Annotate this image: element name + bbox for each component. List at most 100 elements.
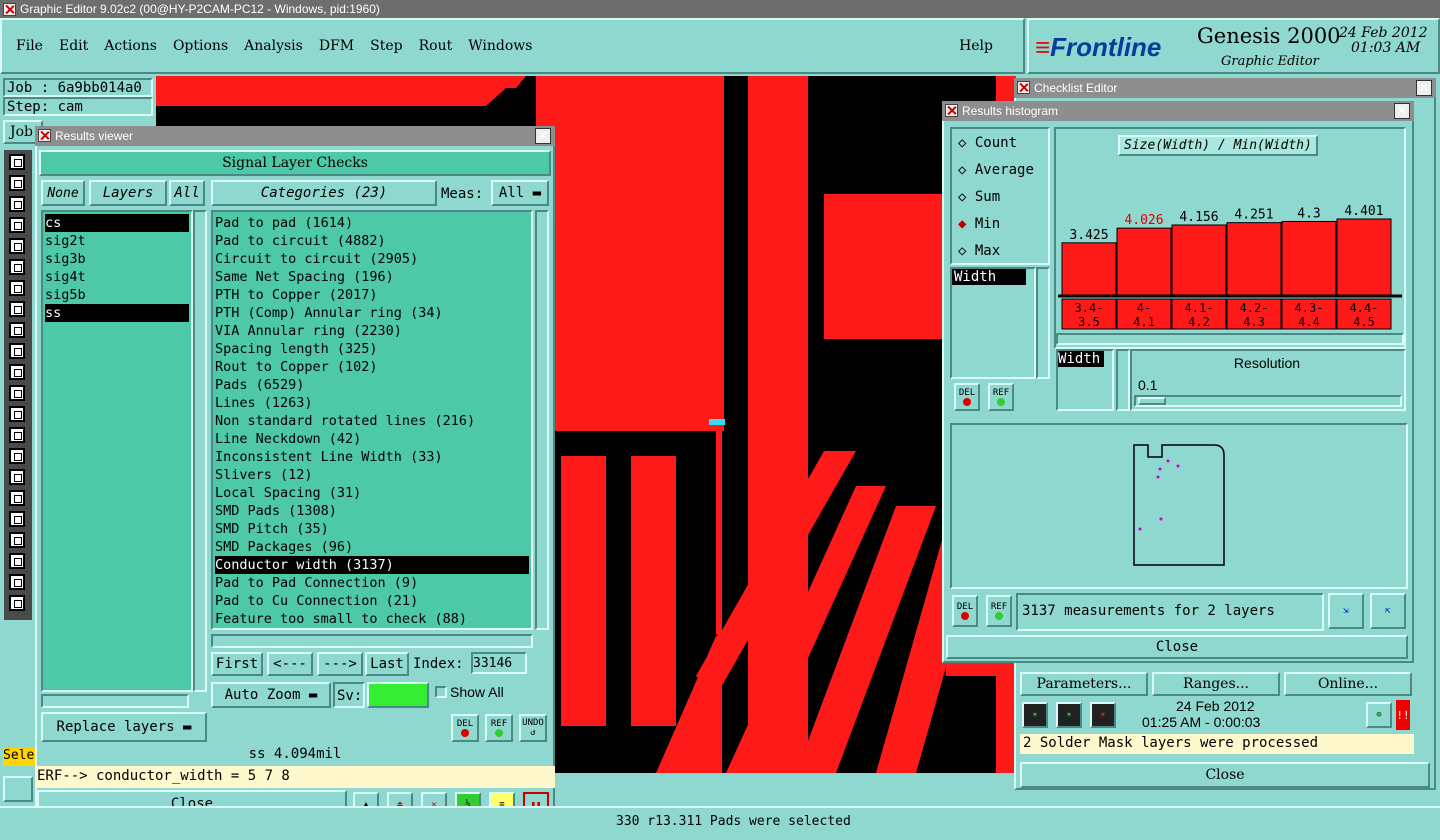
field-scrollbar[interactable] xyxy=(1036,267,1050,379)
histogram-bar[interactable] xyxy=(1281,220,1337,296)
parameters-button[interactable]: Parameters... xyxy=(1020,672,1148,696)
layer-item-sig3b[interactable]: sig3b xyxy=(45,250,189,268)
online-button[interactable]: Online... xyxy=(1284,672,1412,696)
run-selected-icon[interactable]: ✶ xyxy=(1056,702,1082,728)
category-item[interactable]: PTH (Comp) Annular ring (34) xyxy=(215,304,529,322)
sv-color-dropdown[interactable] xyxy=(367,682,429,708)
histogram-bar[interactable] xyxy=(1116,227,1172,296)
layer-item-cs[interactable]: cs xyxy=(45,214,189,232)
category-item[interactable]: VIA Annular ring (2230) xyxy=(215,322,529,340)
board-preview[interactable] xyxy=(950,423,1408,589)
layer-pin-icon[interactable] xyxy=(9,595,25,611)
category-item[interactable]: Rout to Copper (102) xyxy=(215,358,529,376)
category-item[interactable]: Spacing length (325) xyxy=(215,340,529,358)
checklist-close-button[interactable]: Close xyxy=(1020,762,1430,788)
histogram-bar[interactable] xyxy=(1171,224,1227,296)
menu-step[interactable]: Step xyxy=(370,38,402,54)
histogram-bar[interactable] xyxy=(1336,218,1392,296)
layer-list-scrollbar[interactable] xyxy=(193,210,207,692)
category-item-selected[interactable]: Conductor width (3137) xyxy=(215,556,529,574)
category-item[interactable]: Pad to Pad Connection (9) xyxy=(215,574,529,592)
del-button[interactable]: DEL xyxy=(451,714,479,742)
layer-pin-icon[interactable] xyxy=(9,532,25,548)
layer-pin-icon[interactable] xyxy=(9,217,25,233)
layer-pin-icon[interactable] xyxy=(9,427,25,443)
layer-pin-icon[interactable] xyxy=(9,301,25,317)
layer-item-sig2t[interactable]: sig2t xyxy=(45,232,189,250)
layer-pin-icon[interactable] xyxy=(9,448,25,464)
layer-pin-icon[interactable] xyxy=(9,343,25,359)
import-icon[interactable]: ⇱ xyxy=(1370,593,1406,629)
radio-max[interactable]: ◇ Max xyxy=(958,243,1000,259)
layer-pin-icon[interactable] xyxy=(9,490,25,506)
menu-file[interactable]: File xyxy=(16,38,43,54)
layer-pin-icon[interactable] xyxy=(9,259,25,275)
zoom-icon[interactable]: ⊕ xyxy=(1366,702,1392,728)
category-item[interactable]: Local Spacing (31) xyxy=(215,484,529,502)
category-item[interactable]: SMD Pads (1308) xyxy=(215,502,529,520)
radio-count[interactable]: ◇ Count xyxy=(958,135,1017,151)
categories-button[interactable]: Categories (23) xyxy=(211,180,437,206)
histogram-bar[interactable] xyxy=(1061,242,1117,296)
category-item[interactable]: Lines (1263) xyxy=(215,394,529,412)
stop-icon[interactable]: ✶ xyxy=(1090,702,1116,728)
category-item[interactable]: Circuit to circuit (2905) xyxy=(215,250,529,268)
menu-dfm[interactable]: DFM xyxy=(319,38,354,54)
close-icon[interactable]: ✕ xyxy=(1416,80,1432,96)
layer-pin-icon[interactable] xyxy=(9,553,25,569)
layer-pin-icon[interactable] xyxy=(9,385,25,401)
preview-del-button[interactable]: DEL xyxy=(952,595,978,627)
undo-button[interactable]: UNDO ↺ xyxy=(519,714,547,742)
index-input[interactable] xyxy=(471,652,527,674)
ranges-button[interactable]: Ranges... xyxy=(1152,672,1280,696)
category-item[interactable]: Pad to pad (1614) xyxy=(215,214,529,232)
radio-sum[interactable]: ◇ Sum xyxy=(958,189,1000,205)
layer-list-hscroll[interactable] xyxy=(41,694,189,708)
replace-layers-dropdown[interactable]: Replace layers ▬ xyxy=(41,712,207,742)
menu-rout[interactable]: Rout xyxy=(419,38,453,54)
last-button[interactable]: Last xyxy=(365,652,409,676)
preview-ref-button[interactable]: REF xyxy=(986,595,1012,627)
category-item[interactable]: Inconsistent Line Width (33) xyxy=(215,448,529,466)
resolution-slider[interactable] xyxy=(1134,395,1402,407)
field2-scrollbar[interactable] xyxy=(1116,349,1130,411)
category-item[interactable]: Pads (6529) xyxy=(215,376,529,394)
field-list[interactable]: Width xyxy=(950,267,1036,379)
layer-list[interactable]: cs sig2t sig3b sig4t sig5b ss xyxy=(41,210,193,692)
layer-pin-icon[interactable] xyxy=(9,469,25,485)
chart-hscroll[interactable] xyxy=(1056,333,1404,345)
ref-button[interactable]: REF xyxy=(485,714,513,742)
layer-pin-icon[interactable] xyxy=(9,406,25,422)
category-list-hscroll[interactable] xyxy=(211,634,533,648)
category-item[interactable]: Feature too small to check (88) xyxy=(215,610,529,628)
layer-item-ss[interactable]: ss xyxy=(45,304,189,322)
field2-list[interactable]: Width xyxy=(1056,349,1114,411)
category-item[interactable]: Pad to circuit (4882) xyxy=(215,232,529,250)
category-list[interactable]: Pad to pad (1614) Pad to circuit (4882) … xyxy=(211,210,533,630)
none-button[interactable]: None xyxy=(41,180,85,206)
show-all-checkbox[interactable] xyxy=(435,686,447,698)
category-item[interactable]: Non standard rotated lines (216) xyxy=(215,412,529,430)
hist-ref-button[interactable]: REF xyxy=(988,383,1014,411)
layer-pin-icon[interactable] xyxy=(9,280,25,296)
menu-windows[interactable]: Windows xyxy=(468,38,532,54)
category-item[interactable]: Line Neckdown (42) xyxy=(215,430,529,448)
prev-button[interactable]: <--- xyxy=(267,652,313,676)
next-button[interactable]: ---> xyxy=(317,652,363,676)
layer-pin-icon[interactable] xyxy=(9,574,25,590)
category-item[interactable]: PTH to Copper (2017) xyxy=(215,286,529,304)
category-item[interactable]: Slivers (12) xyxy=(215,466,529,484)
category-item[interactable]: SMD Pitch (35) xyxy=(215,520,529,538)
menu-edit[interactable]: Edit xyxy=(59,38,88,54)
close-icon[interactable]: ✕ xyxy=(535,128,551,144)
histogram-close-button[interactable]: Close xyxy=(946,635,1408,659)
category-item[interactable]: Pad to Cu Connection (21) xyxy=(215,592,529,610)
category-item[interactable]: Same Net Spacing (196) xyxy=(215,268,529,286)
select-stub[interactable]: Sele xyxy=(3,748,37,766)
hist-del-button[interactable]: DEL xyxy=(954,383,980,411)
category-item[interactable]: SMD Packages (96) xyxy=(215,538,529,556)
layer-item-sig4t[interactable]: sig4t xyxy=(45,268,189,286)
histogram-bar[interactable] xyxy=(1226,222,1282,296)
menu-analysis[interactable]: Analysis xyxy=(244,38,303,54)
export-icon[interactable]: ⇲ xyxy=(1328,593,1364,629)
